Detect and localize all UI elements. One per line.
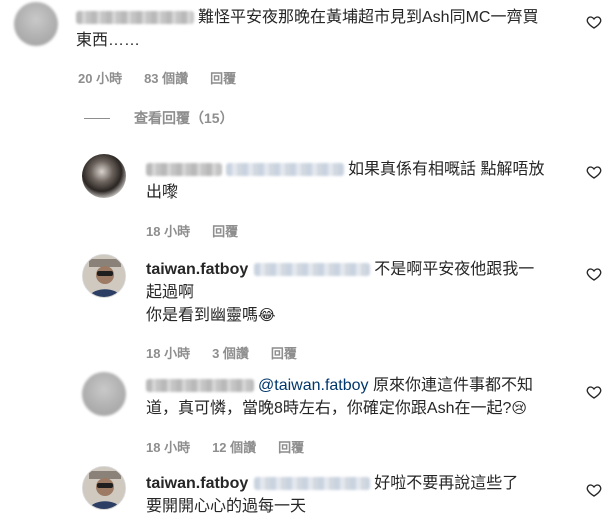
comment-text: 如果真係有相嘅話 點解唔放 出嚟 [146, 161, 545, 201]
heart-outline-icon[interactable] [586, 482, 602, 498]
comment-time: 18 小時 [146, 224, 191, 239]
profile-photo-icon [83, 467, 125, 509]
avatar[interactable] [82, 254, 126, 298]
reply-button[interactable]: 回覆 [271, 343, 297, 362]
avatar[interactable] [82, 372, 126, 416]
comment-text: taiwan.fatboy 好啦不要再說這些了 要開開心心的過每一天 [146, 475, 519, 515]
avatar[interactable] [14, 2, 58, 46]
comment-time: 18 小時 [146, 346, 191, 361]
comment-time: 20 小時 [78, 71, 123, 86]
comment-text: 難怪平安夜那晚在黃埔超市見到Ash同MC一齊買 東西…… [76, 9, 539, 49]
hidden-mention [254, 263, 371, 277]
comment-text: @taiwan.fatboy 原來你連這件事都不知 道，真可憐，當晚8時左右，你… [146, 377, 533, 417]
like-count[interactable]: 12 個讚 [212, 437, 256, 456]
reply-button[interactable]: 回覆 [278, 437, 304, 456]
mention-link[interactable]: @taiwan.fatboy [258, 377, 369, 394]
heart-outline-icon[interactable] [586, 164, 602, 180]
comment-meta: 18 小時 12 個讚 回覆 [146, 437, 304, 456]
heart-outline-icon[interactable] [586, 14, 602, 30]
hidden-username[interactable] [146, 163, 222, 177]
divider [84, 117, 110, 119]
crying-emoji: 😢 [511, 400, 528, 417]
comment-meta: 18 小時 回覆 [146, 221, 238, 240]
username[interactable]: taiwan.fatboy [146, 261, 248, 278]
comment-time: 18 小時 [146, 440, 191, 455]
comment-text: taiwan.fatboy 不是啊平安夜他跟我一 起過啊 你是看到幽靈嗎😂 [146, 261, 535, 324]
avatar[interactable] [82, 466, 126, 510]
username[interactable]: taiwan.fatboy [146, 475, 248, 492]
laughing-emoji: 😂 [258, 307, 276, 324]
hidden-username[interactable] [146, 379, 254, 393]
heart-outline-icon[interactable] [586, 266, 602, 282]
hidden-username[interactable] [76, 11, 194, 25]
like-count[interactable]: 3 個讚 [212, 343, 249, 362]
comment-meta: 18 小時 3 個讚 回覆 [146, 343, 297, 362]
profile-photo-icon [83, 255, 125, 297]
reply-button[interactable]: 回覆 [212, 221, 238, 240]
like-count[interactable]: 83 個讚 [144, 68, 188, 87]
view-replies-button[interactable]: 查看回覆（15） [84, 108, 234, 128]
comment-meta: 20 小時 83 個讚 回覆 [78, 68, 236, 87]
hidden-mention [226, 163, 344, 177]
hidden-mention [254, 477, 371, 491]
heart-outline-icon[interactable] [586, 384, 602, 400]
reply-button[interactable]: 回覆 [210, 68, 236, 87]
avatar[interactable] [82, 154, 126, 198]
